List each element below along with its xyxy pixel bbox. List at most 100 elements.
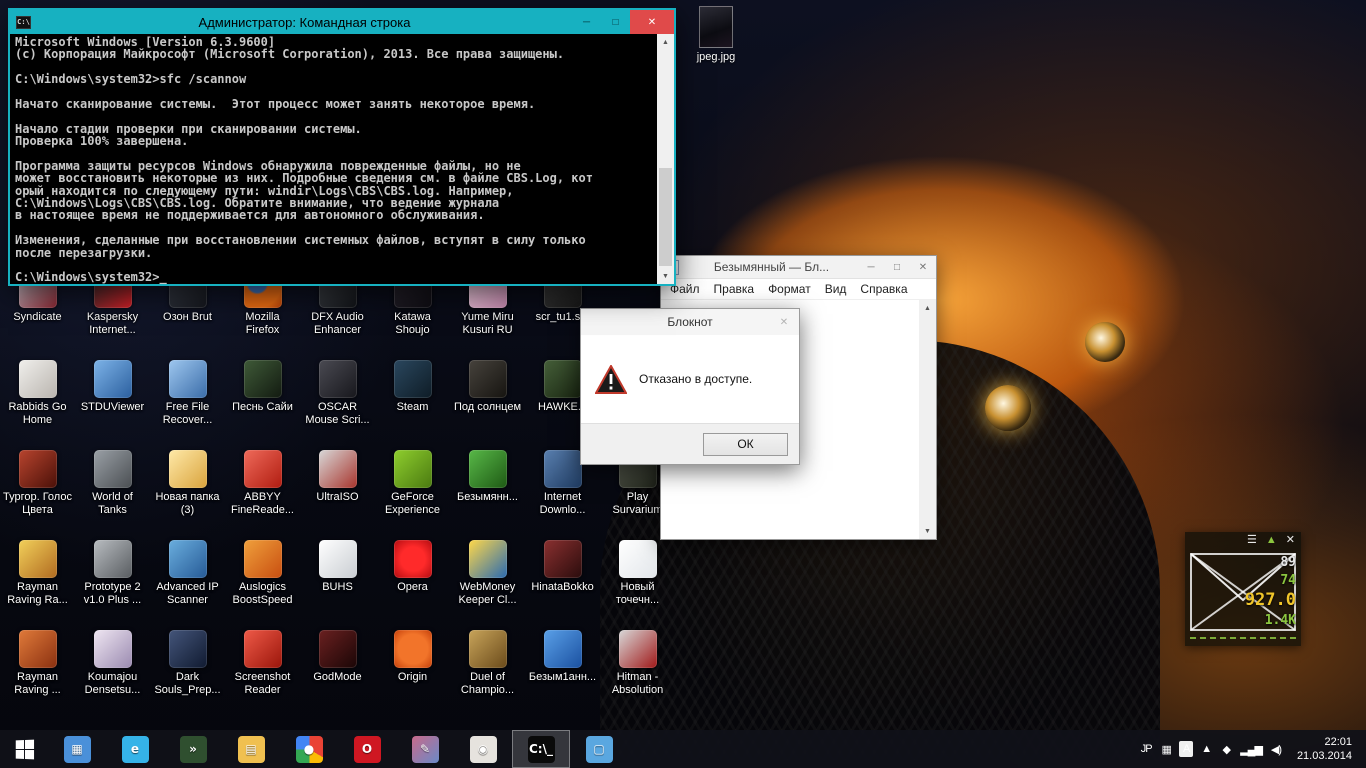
taskbar-app-icon: C:\_ [527,735,555,763]
taskbar-clock[interactable]: 22:01 21.03.2014 [1289,735,1362,764]
desktop-icon-image [393,540,432,578]
desktop-icon[interactable]: Advanced IP Scanner [150,540,225,607]
notepad-menu-item[interactable]: Правка [707,282,762,296]
desktop-icon[interactable]: Безымянн... [450,450,525,517]
gadget-value: 1.4K [1264,613,1296,629]
close-button[interactable]: ✕ [630,10,674,34]
clock-date: 21.03.2014 [1296,750,1352,762]
dialog-message: Отказано в доступе. [639,372,753,386]
desktop-icon[interactable]: Dark Souls_Prep... [150,630,225,697]
scroll-up-icon[interactable]: ▲ [919,300,936,316]
tray-icon-glyph: ▂▄▆ [1240,743,1263,756]
desktop-icon[interactable]: Под солнцем [450,360,525,427]
notepad-titlebar[interactable]: Безымянный — Бл... ─ □ ✕ [661,256,936,279]
taskbar-icon[interactable]: ▦ [48,730,106,768]
minimize-button[interactable]: ─ [572,10,601,34]
taskbar-icon[interactable]: e [106,730,164,768]
desktop-icon[interactable]: Opera [375,540,450,607]
desktop-icon[interactable]: BUHS [300,540,375,607]
cmd-scrollbar[interactable]: ▲ ▼ [657,34,674,284]
scroll-up-icon[interactable]: ▲ [657,34,674,50]
taskbar-icon[interactable]: O [338,730,396,768]
cmd-output[interactable]: Microsoft Windows [Version 6.3.9600] (c)… [10,34,657,284]
desktop-icon[interactable]: Free File Recover... [150,360,225,427]
desktop-icon[interactable]: Rabbids Go Home [0,360,75,427]
scroll-down-icon[interactable]: ▼ [919,523,936,539]
taskbar-icon[interactable]: ● [280,730,338,768]
start-button[interactable] [0,730,48,768]
tray-icon[interactable]: ◆ [1216,736,1236,762]
network-meter-gadget[interactable]: ☰ ▲ ✕ 89 74 927.0 1.4K [1185,532,1301,646]
cmd-titlebar[interactable]: C:\ Администратор: Командная строка ─ □ … [10,10,674,34]
tray-icon[interactable]: JP [1136,736,1156,762]
system-tray: JP ▦ А ▲ ◆ ▂▄▆ ◀) 22:01 21.03.2014 [1136,735,1366,764]
desktop-icon[interactable]: Auslogics BoostSpeed [225,540,300,607]
desktop-icon[interactable]: Hitman - Absolution [600,630,675,697]
desktop-icon-jpeg[interactable]: jpeg.jpg [688,6,744,63]
desktop-icon[interactable]: Тургор. Голос Цвета [0,450,75,517]
taskbar-icon[interactable]: » [164,730,222,768]
cmd-output-line: может восстановить некоторые из них. Под… [15,171,593,186]
gadget-toolbar-icon[interactable]: ✕ [1286,535,1295,546]
minimize-button[interactable]: ─ [858,256,884,278]
tray-icon[interactable]: ▦ [1156,736,1176,762]
desktop-icon-label: Katawa Shoujo [394,311,431,336]
notepad-menu-item[interactable]: Справка [853,282,914,296]
taskbar-icon[interactable]: ✎ [396,730,454,768]
cmd-output-line [15,110,657,122]
desktop-icon-image [468,360,507,398]
notepad-menu-item[interactable]: Формат [761,282,818,296]
desktop-icon[interactable]: GeForce Experience [375,450,450,517]
scroll-track[interactable] [919,316,936,523]
desktop-icon[interactable]: UltraISO [300,450,375,517]
taskbar-icon[interactable]: ◉ [454,730,512,768]
maximize-button[interactable]: □ [884,256,910,278]
cmd-client-area: Microsoft Windows [Version 6.3.9600] (c)… [10,34,674,284]
maximize-button[interactable]: □ [601,10,630,34]
ok-button[interactable]: ОК [703,432,788,456]
scroll-thumb[interactable] [659,167,672,266]
tray-icon[interactable]: А [1176,736,1196,762]
desktop-icon-label: Rayman Raving ... [14,671,61,696]
desktop-icon[interactable]: Новый точечн... [600,540,675,607]
desktop-icon[interactable]: GodMode [300,630,375,697]
desktop-icon[interactable]: World of Tanks [75,450,150,517]
taskbar-icons: ▦ e » ▤ ● O ✎ ◉ C:\_ ▢ [48,730,628,768]
desktop-icon[interactable]: WebMoney Keeper Cl... [450,540,525,607]
desktop-icon[interactable]: ABBYY FineReade... [225,450,300,517]
tray-icon[interactable]: ▲ [1196,736,1216,762]
close-button[interactable]: ✕ [910,256,936,278]
desktop-icon[interactable]: Origin [375,630,450,697]
desktop-icon-row: Rayman Raving Ra... Prototype 2 v1.0 Plu… [0,540,675,607]
desktop-icon[interactable]: Новая папка (3) [150,450,225,517]
desktop-icon[interactable]: Песнь Сайи [225,360,300,427]
desktop-icon[interactable]: Rayman Raving Ra... [0,540,75,607]
notepad-scrollbar[interactable]: ▲ ▼ [919,300,936,539]
gadget-toolbar-icon[interactable]: ▲ [1266,535,1277,546]
desktop-icon[interactable]: STDUViewer [75,360,150,427]
desktop-icon[interactable]: Rayman Raving ... [0,630,75,697]
notepad-menu-item[interactable]: Вид [818,282,854,296]
scroll-down-icon[interactable]: ▼ [657,268,674,284]
desktop-icon[interactable]: Duel of Champio... [450,630,525,697]
taskbar-icon[interactable]: ▢ [570,730,628,768]
desktop-icon[interactable]: Prototype 2 v1.0 Plus ... [75,540,150,607]
gadget-toolbar-icon[interactable]: ☰ [1247,535,1257,546]
dialog-titlebar[interactable]: Блокнот ✕ [581,309,799,335]
desktop-icon[interactable]: Screenshot Reader [225,630,300,697]
tray-icon[interactable]: ▂▄▆ [1236,736,1266,762]
desktop-icon-label: Auslogics BoostSpeed [232,581,293,606]
desktop-icon[interactable]: OSCAR Mouse Scri... [300,360,375,427]
tray-icon[interactable]: ◀) [1266,736,1286,762]
desktop-icon[interactable]: Безым1анн... [525,630,600,697]
desktop-icon-image [318,540,357,578]
desktop-icon[interactable]: HinataBokko [525,540,600,607]
desktop-icon[interactable]: Koumajou Densetsu... [75,630,150,697]
scroll-track[interactable] [657,50,674,268]
close-icon[interactable]: ✕ [769,309,799,335]
gadget-value: 927.0 [1244,590,1296,611]
taskbar-icon[interactable]: ▤ [222,730,280,768]
taskbar-icon[interactable]: C:\_ [512,730,570,768]
desktop-icon[interactable]: Steam [375,360,450,427]
desktop-icon-label: Internet Downlo... [539,491,586,516]
